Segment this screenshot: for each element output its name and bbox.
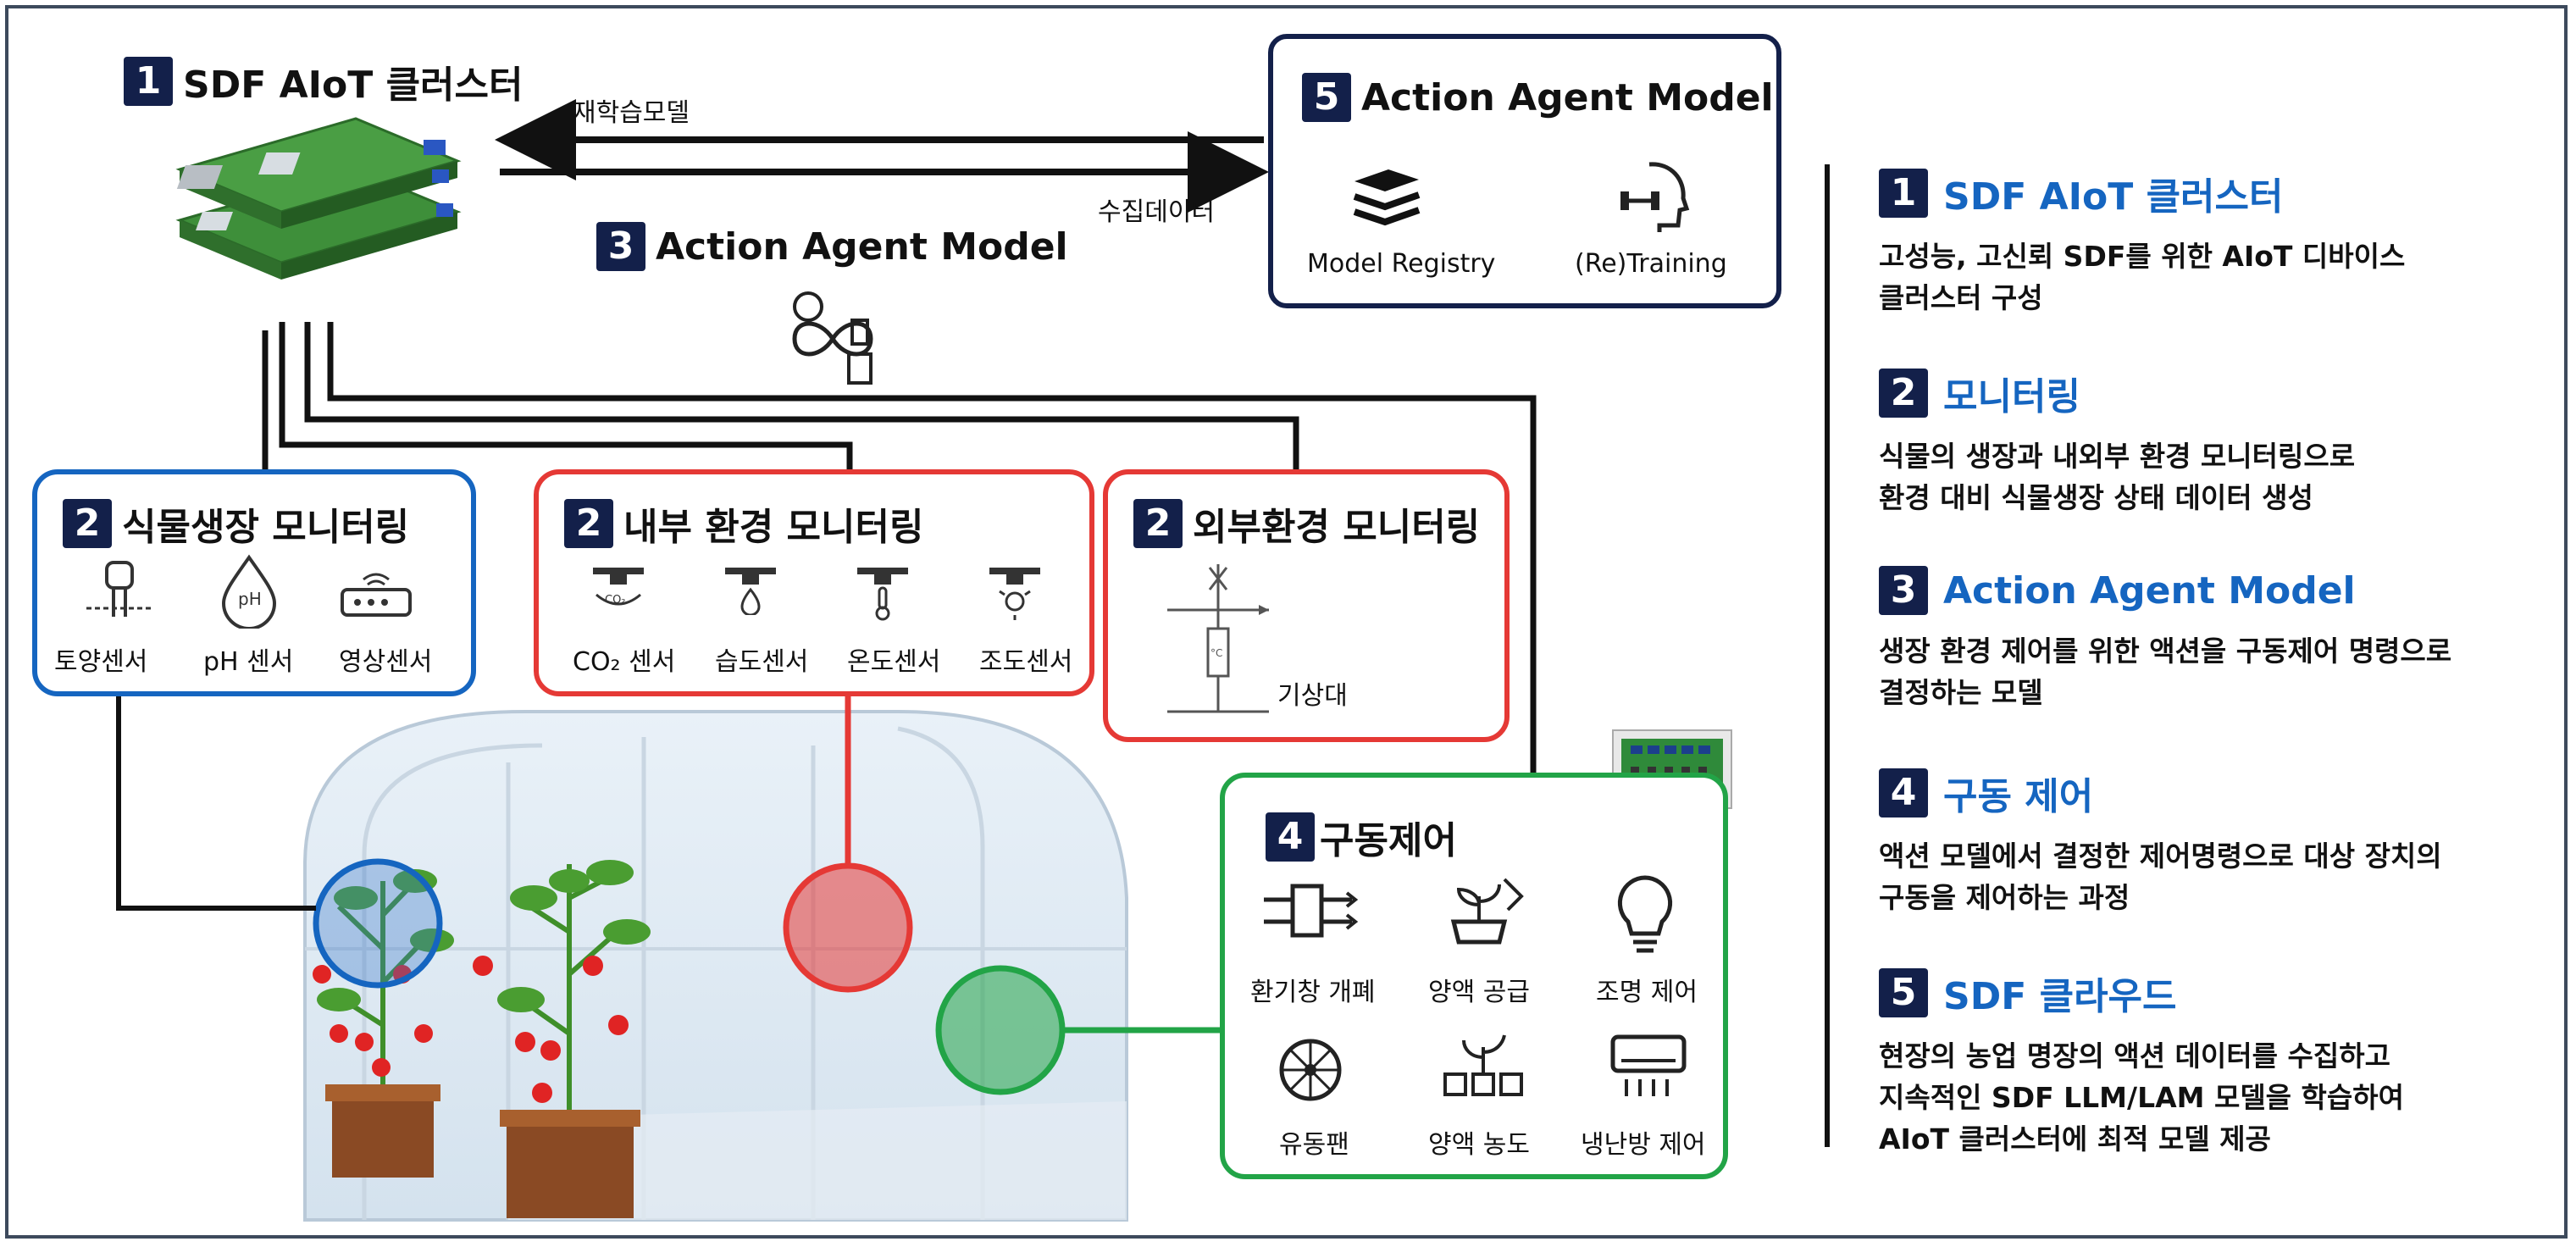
- right-panel-divider: [1825, 164, 1830, 1147]
- nutrient-concentration-label: 양액 농도: [1428, 1130, 1530, 1160]
- internal-focus-circle: [783, 862, 913, 993]
- description-item: 2 모니터링 식물의 생장과 내외부 환경 모니터링으로 환경 대비 식물생장 상…: [1879, 366, 2451, 566]
- co2-sensor-icon: CO₂: [593, 568, 644, 607]
- step-badge: 5: [1302, 73, 1351, 122]
- external-monitoring-box: 2 외부환경 모니터링 °C 기상대: [1103, 469, 1510, 742]
- step-badge: 2: [564, 499, 613, 548]
- svg-text:°C: °C: [1210, 647, 1222, 659]
- drive-focus-circle: [935, 965, 1066, 1095]
- diagram-canvas: 1 SDF AIoT 클러스터 재학습모델 수집데이터 3 Action Agent…: [0, 0, 2576, 1247]
- temperature-sensor-label: 온도센서: [847, 647, 941, 677]
- step-badge: 1: [124, 57, 173, 106]
- weather-station-label: 기상대: [1277, 681, 1348, 711]
- temperature-sensor-icon: [857, 568, 908, 621]
- image-sensor-label: 영상센서: [339, 647, 433, 677]
- collect-label: 수집데이터: [1098, 197, 1215, 227]
- plant-monitoring-title-text: 식물생장 모니터링: [122, 506, 410, 549]
- brain-training-icon: [1620, 162, 1690, 232]
- description-text: 생장 환경 제어를 위한 액션을 구동제어 명령으로 결정하는 모델: [1879, 635, 2452, 709]
- svg-text:pH: pH: [238, 589, 262, 609]
- step-badge: 3: [596, 222, 645, 271]
- aiot-cluster-board-icon: [175, 117, 462, 280]
- step-badge: 2: [1879, 369, 1928, 418]
- step-badge: 2: [63, 499, 112, 548]
- right-description-panel: 1 SDF AIoT 클러스터 고성능, 고신뢰 SDF를 위한 AIoT 디바이…: [1879, 166, 2451, 1160]
- model-registry-label: Model Registry: [1307, 249, 1496, 279]
- description-text: 현장의 농업 명장의 액션 데이터를 수집하고 지속적인 SDF LLM/LAM…: [1879, 1039, 2404, 1156]
- description-text: 액션 모델에서 결정한 제어명령으로 대상 장치의 구동을 제어하는 과정: [1879, 840, 2442, 914]
- plant-monitoring-title: 2 식물생장 모니터링: [63, 496, 409, 551]
- description-text: 고성능, 고신뢰 SDF를 위한 AIoT 디바이스 클러스터 구성: [1879, 240, 2406, 314]
- cloud-agent-box: 5 Action Agent Model Model Registry (Re)T…: [1268, 34, 1781, 308]
- description-title: 3 Action Agent Model: [1879, 566, 2451, 615]
- step-badge: 2: [1133, 499, 1183, 548]
- step-badge: 1: [1879, 169, 1928, 218]
- retraining-label: (Re)Training: [1575, 249, 1727, 279]
- description-item: 3 Action Agent Model 생장 환경 제어를 위한 액션을 구동제…: [1879, 566, 2451, 766]
- humidity-sensor-icon: [725, 568, 776, 615]
- external-monitoring-title: 2 외부환경 모니터링: [1133, 496, 1480, 551]
- internal-monitoring-box: 2 내부 환경 모니터링 CO₂ CO₂ 센서 습도센서 온도센서 조도센서: [534, 469, 1094, 696]
- circulation-fan-label: 유동팬: [1279, 1130, 1349, 1160]
- books-icon: [1353, 169, 1421, 226]
- description-text: 식물의 생장과 내외부 환경 모니터링으로 환경 대비 식물생장 상태 데이터 …: [1879, 440, 2356, 514]
- nutrient-supply-icon: [1450, 878, 1524, 945]
- light-sensor-icon: [989, 568, 1040, 620]
- fan-icon: [1279, 1039, 1342, 1101]
- soil-sensor-label: 토양센서: [54, 647, 148, 677]
- lighting-control-label: 조명 제어: [1596, 978, 1698, 1007]
- internal-monitoring-title: 2 내부 환경 모니터링: [564, 496, 923, 551]
- drive-control-title: 4 구동제어: [1266, 810, 1457, 864]
- description-item: 1 SDF AIoT 클러스터 고성능, 고신뢰 SDF를 위한 AIoT 디바이…: [1879, 166, 2451, 366]
- center-agent-title-text: Action Agent Model: [656, 224, 1068, 269]
- nutrient-concentration-icon: [1443, 1034, 1523, 1096]
- step-badge: 4: [1879, 768, 1928, 817]
- plant-monitoring-box: 2 식물생장 모니터링 pH 토양센서 pH 센서 영상센서: [32, 469, 476, 696]
- cloud-agent-title-text: Action Agent Model: [1361, 75, 1774, 119]
- vent-window-label: 환기창 개폐: [1250, 978, 1376, 1007]
- cluster-title-text: SDF AIoT 클러스터: [183, 64, 524, 107]
- ph-sensor-label: pH 센서: [203, 647, 294, 677]
- vent-window-icon: [1264, 884, 1359, 938]
- lightbulb-icon: [1617, 875, 1673, 953]
- description-title: 1 SDF AIoT 클러스터: [1879, 166, 2451, 220]
- hvac-control-label: 냉난방 제어: [1581, 1130, 1706, 1160]
- soil-sensor-icon: [86, 561, 152, 617]
- camera-router-icon: [341, 573, 412, 617]
- description-title: 5 SDF 클라우드: [1879, 966, 2451, 1020]
- external-monitoring-title-text: 외부환경 모니터링: [1193, 506, 1481, 549]
- step-badge: 4: [1266, 812, 1315, 862]
- ph-drop-icon: pH: [221, 554, 277, 629]
- drive-control-title-text: 구동제어: [1320, 819, 1457, 862]
- light-sensor-label: 조도센서: [979, 647, 1073, 677]
- humidity-sensor-label: 습도센서: [715, 647, 809, 677]
- co2-sensor-label: CO₂ 센서: [573, 647, 676, 677]
- center-agent-title: 3 Action Agent Model: [596, 222, 1068, 271]
- cluster-title: 1 SDF AIoT 클러스터: [124, 54, 524, 108]
- nutrient-supply-label: 양액 공급: [1428, 978, 1530, 1007]
- step-badge: 3: [1879, 566, 1928, 615]
- cloud-agent-title: 5 Action Agent Model: [1302, 73, 1774, 122]
- description-title: 4 구동 제어: [1879, 766, 2451, 820]
- drive-control-box: 4 구동제어 환기창 개폐 양액 공급 조명 제어 유동팬 양액 농도 냉난방 제…: [1220, 773, 1728, 1179]
- plant-connector: [116, 686, 316, 911]
- description-item: 5 SDF 클라우드 현장의 농업 명장의 액션 데이터를 수집하고 지속적인 S…: [1879, 966, 2451, 1160]
- step-badge: 5: [1879, 968, 1928, 1017]
- weather-station-icon: °C: [1167, 564, 1269, 713]
- plant-focus-circle: [313, 858, 443, 989]
- internal-monitoring-title-text: 내부 환경 모니터링: [623, 506, 924, 549]
- brain-robot-infinity-icon: [792, 291, 873, 385]
- retrain-label: 재학습모델: [573, 98, 690, 128]
- air-conditioner-icon: [1610, 1034, 1687, 1096]
- description-title: 2 모니터링: [1879, 366, 2451, 420]
- description-item: 4 구동 제어 액션 모델에서 결정한 제어명령으로 대상 장치의 구동을 제어하…: [1879, 766, 2451, 966]
